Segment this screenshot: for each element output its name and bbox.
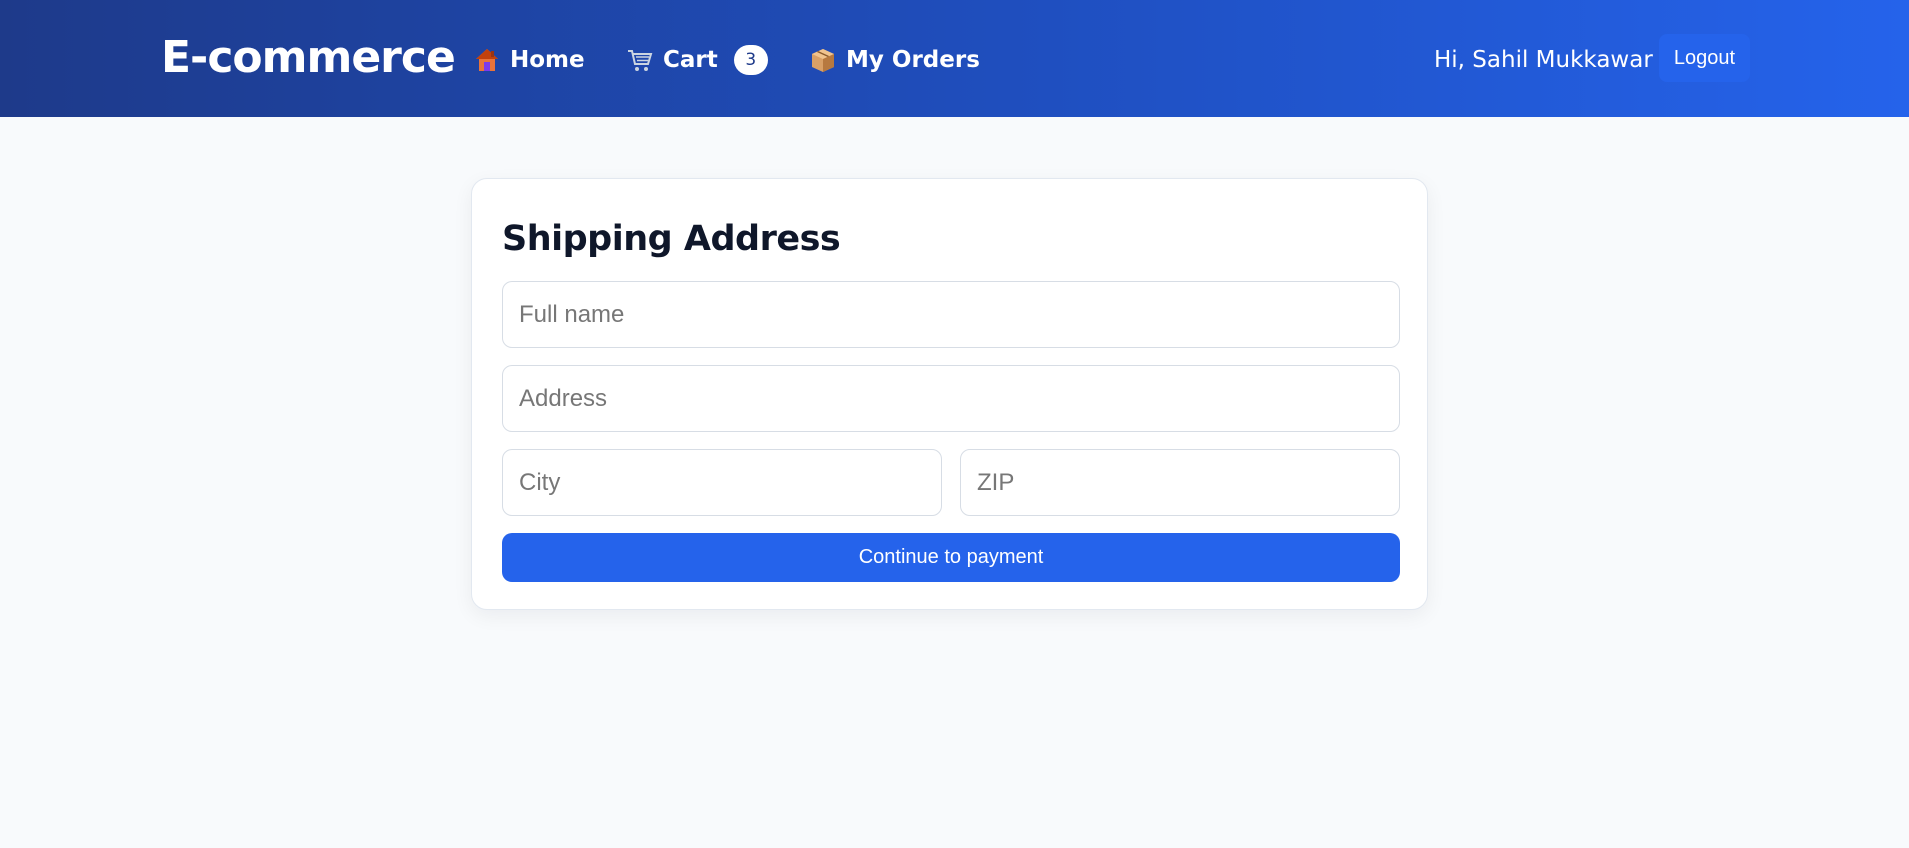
address-input[interactable] [502,365,1400,432]
nav-home-label: Home [510,47,585,73]
shopping-cart-icon [627,47,653,73]
nav-cart-label: Cart [663,47,718,73]
package-icon [810,47,836,73]
shipping-address-card: Shipping Address Continue to payment [471,178,1428,610]
user-greeting: Hi, Sahil Mukkawar [1434,47,1653,73]
zip-input[interactable] [960,449,1400,516]
nav-cart-link[interactable]: Cart 3 [627,44,768,76]
nav-home-link[interactable]: Home [474,44,585,76]
continue-to-payment-button[interactable]: Continue to payment [502,533,1400,582]
brand-logo[interactable]: E-commerce [161,31,456,85]
nav-orders-link[interactable]: My Orders [810,44,980,76]
house-icon [474,47,500,73]
city-input[interactable] [502,449,942,516]
page-title: Shipping Address [502,219,841,259]
logout-button[interactable]: Logout [1659,34,1750,82]
nav-orders-label: My Orders [846,47,980,73]
top-navbar: E-commerce Home Cart 3 My Orders Hi, Sah… [0,0,1909,117]
full-name-input[interactable] [502,281,1400,348]
cart-count-badge: 3 [733,45,768,75]
